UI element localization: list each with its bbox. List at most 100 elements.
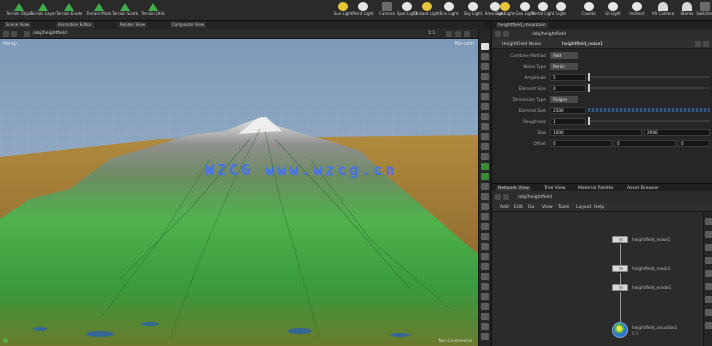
eye-icon[interactable] [481,313,489,320]
network-tool-icon[interactable] [705,283,712,290]
flipbook-icon[interactable] [481,203,489,210]
network-tool-icon[interactable] [705,218,712,225]
back-icon[interactable] [3,31,9,37]
network-node[interactable] [612,236,628,243]
grid-icon[interactable] [481,133,489,140]
origin-icon[interactable] [481,253,489,260]
back-icon[interactable] [495,31,501,37]
parameter-path[interactable]: /obj/heightfield [532,32,566,37]
network-node[interactable] [612,265,628,272]
layout-icon[interactable] [481,303,489,310]
snap-icon[interactable] [481,143,489,150]
brush-icon[interactable] [481,93,489,100]
param-field[interactable]: 2000 [644,129,710,136]
select-icon[interactable] [481,43,489,50]
param-field[interactable]: 5 [550,74,586,81]
ramp-bar[interactable] [588,108,710,112]
menu-item[interactable]: Help [594,205,604,210]
shelf-tool[interactable]: Terrain Layer [30,2,56,19]
pin-icon[interactable] [481,323,489,330]
shelf-tool[interactable]: Terrain Mask [86,2,112,19]
network-tool-icon[interactable] [705,309,712,316]
shelf-tool[interactable]: Indirect [624,2,650,19]
shelf-tool[interactable]: Light [548,2,574,19]
network-tool-icon[interactable] [705,270,712,277]
menu-item[interactable]: Go [528,205,534,210]
param-field[interactable]: 2500 [550,107,586,114]
wire-icon[interactable] [481,163,489,170]
pin-icon[interactable] [446,31,452,37]
tab-composite-view[interactable]: Composite View [170,22,207,28]
tab-animation-editor[interactable]: Animation Editor [56,22,94,28]
tab-tree-view[interactable]: Tree View [544,186,566,191]
snapshot-icon[interactable] [481,233,489,240]
shelf-tool[interactable]: Terrain Scatter [112,2,138,19]
3d-viewport[interactable]: Persp No cam Non-Commercial [0,39,478,346]
gear-icon[interactable] [695,41,701,47]
slider-handle[interactable] [588,84,590,92]
menu-item[interactable]: Add [500,205,509,210]
network-path[interactable]: /obj/heightfield [518,195,552,200]
more-icon[interactable] [481,333,489,340]
rotate-icon[interactable] [481,63,489,70]
magnet-icon[interactable] [481,153,489,160]
display-options-icon[interactable] [455,31,461,37]
view-icon[interactable] [481,103,489,110]
render-icon[interactable] [481,223,489,230]
tab-asset-browser[interactable]: Asset Browser [627,186,659,191]
shelf-tool[interactable]: Caustic [576,2,602,19]
camera-icon[interactable] [481,113,489,120]
param-field[interactable]: 0 [614,140,676,147]
network-icon[interactable] [24,31,30,37]
viewport-path[interactable]: /obj/heightfield [33,31,67,36]
visualize-node[interactable] [612,322,628,338]
network-tool-icon[interactable] [705,296,712,303]
light-icon[interactable] [481,123,489,130]
menu-item[interactable]: Tools [558,205,569,210]
shade-icon[interactable] [481,173,489,180]
param-dropdown[interactable]: Perlin [550,63,578,70]
ghost-icon[interactable] [481,183,489,190]
param-slider[interactable] [588,87,710,89]
network-editor[interactable]: heightfield_noise1 heightfield_mask1 heigh… [492,212,712,346]
move-icon[interactable] [481,53,489,60]
back-icon[interactable] [495,194,501,200]
shelf-tool[interactable]: Env Light [436,2,462,19]
param-field[interactable]: 1 [550,118,586,125]
axis-icon[interactable] [481,263,489,270]
param-dropdown[interactable]: Add [550,52,578,59]
tab-render-view[interactable]: Render View [118,22,148,28]
param-dropdown[interactable]: Ridges [550,96,578,103]
tab-network-view[interactable]: Network View [496,185,531,191]
tab-scene-view[interactable]: Scene View [4,22,31,28]
viewport-mode-label[interactable]: Persp [3,41,17,47]
network-tool-icon[interactable] [705,322,712,329]
param-field[interactable]: 0 [678,140,710,147]
home-icon[interactable] [481,273,489,280]
shelf-tool[interactable]: Terrain Erode [56,2,82,19]
zoom-icon[interactable] [481,293,489,300]
viewport-layout-icon[interactable] [464,31,470,37]
handle-icon[interactable] [481,83,489,90]
param-field[interactable]: 0 [550,140,612,147]
network-tool-icon[interactable] [705,231,712,238]
forward-icon[interactable] [503,31,509,37]
param-field[interactable]: 1000 [550,129,642,136]
network-tool-icon[interactable] [705,257,712,264]
shelf-tool[interactable]: Point Light [350,2,376,19]
network-tool-icon[interactable] [705,244,712,251]
shelf-tool[interactable]: Switcher [692,2,712,19]
frame-icon[interactable] [481,283,489,290]
slider-handle[interactable] [588,73,590,81]
network-node[interactable] [612,284,628,291]
node-name-field[interactable]: heightfield_noise1 [562,42,603,47]
bounds-icon[interactable] [481,243,489,250]
menu-item[interactable]: Layout [576,205,591,210]
help-icon[interactable] [703,41,709,47]
display-icon[interactable] [481,193,489,200]
tab-heightfield[interactable]: heightfield_mountain [496,22,548,28]
param-slider[interactable] [588,120,710,122]
camera-menu[interactable]: No cam [455,41,474,47]
slider-handle[interactable] [588,117,590,125]
param-slider[interactable] [588,76,710,78]
